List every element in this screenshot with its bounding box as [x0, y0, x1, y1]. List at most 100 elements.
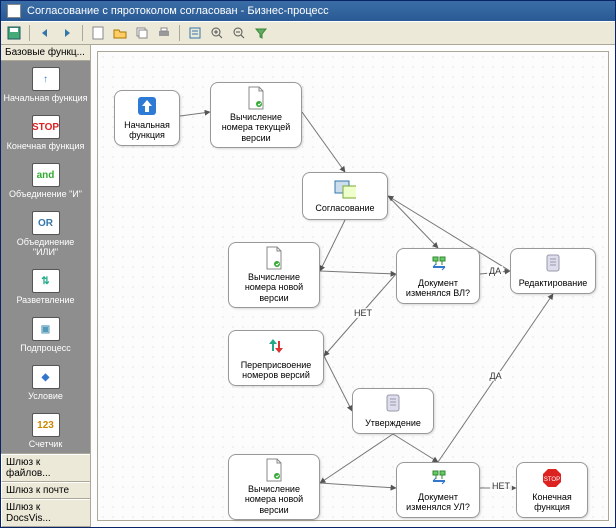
- node-n_docul[interactable]: Документ изменялся УЛ?: [396, 462, 480, 518]
- node-n_appr[interactable]: Утверждение: [352, 388, 434, 434]
- sidebar: Базовые функц... ↑ Начальная функция STOP К…: [1, 45, 91, 527]
- palette-label: Подпроцесс: [20, 343, 70, 353]
- tb-forward-icon[interactable]: [58, 24, 76, 42]
- tb-open-icon[interactable]: [111, 24, 129, 42]
- node-n_calc1[interactable]: Вычисление номера текущей версии: [210, 82, 302, 148]
- palette-item-subprocess[interactable]: ▣ Подпроцесс: [1, 311, 90, 359]
- palette-label: Начальная функция: [3, 93, 87, 103]
- edge-label: ДА: [488, 371, 504, 381]
- window-title: Согласование с пяротоколом согласован - …: [27, 5, 329, 17]
- app-icon: [7, 4, 21, 18]
- tb-zoomin-icon[interactable]: [208, 24, 226, 42]
- diagram-canvas[interactable]: Начальная функция Вычисление номера текущ…: [97, 51, 609, 521]
- subproc-icon: [334, 178, 356, 200]
- start-icon: [136, 95, 158, 117]
- tb-filter-icon[interactable]: [252, 24, 270, 42]
- palette-label: Объединение "ИЛИ": [3, 237, 88, 257]
- and-join-icon: and: [32, 163, 60, 187]
- svg-text:STOP: STOP: [544, 477, 560, 483]
- node-label: Редактирование: [519, 278, 588, 288]
- condition-icon: ◆: [32, 365, 60, 389]
- node-label: Вычисление номера текущей версии: [215, 112, 297, 143]
- node-label: Переприсвоение номеров версий: [233, 360, 319, 381]
- titlebar[interactable]: Согласование с пяротоколом согласован - …: [1, 1, 615, 21]
- swap-icon: [265, 335, 287, 357]
- side-tab-2[interactable]: Шлюз к DocsVis...: [1, 499, 90, 527]
- node-n_edit[interactable]: Редактирование: [510, 248, 596, 294]
- node-label: Начальная функция: [119, 120, 175, 141]
- start-function-icon: ↑: [32, 67, 60, 91]
- node-label: Вычисление номера новой версии: [233, 484, 315, 515]
- side-tab-0[interactable]: Шлюз к файлов...: [1, 454, 90, 482]
- palette-label: Разветвление: [16, 295, 74, 305]
- toolbar: [1, 21, 615, 45]
- tb-sep: [179, 25, 180, 41]
- edge-label: НЕТ: [490, 481, 512, 491]
- stop-icon: STOP: [541, 467, 563, 489]
- palette-label: Объединение "И": [9, 189, 82, 199]
- edge-label: ДА: [487, 266, 503, 276]
- edge-label: НЕТ: [352, 308, 374, 318]
- tb-copy-icon[interactable]: [133, 24, 151, 42]
- palette-item-or-join[interactable]: ORОбъединение "ИЛИ": [1, 205, 90, 263]
- doc-icon: [263, 459, 285, 481]
- palette-item-end-function[interactable]: STOP Конечная функция: [1, 109, 90, 157]
- doc-icon: [263, 247, 285, 269]
- node-n_calc3[interactable]: Вычисление номера новой версии: [228, 454, 320, 520]
- edit-icon: [382, 393, 404, 415]
- palette-label: Условие: [28, 391, 63, 401]
- counter-icon: 123: [32, 413, 60, 437]
- tb-zoomout-icon[interactable]: [230, 24, 248, 42]
- tb-back-icon[interactable]: [36, 24, 54, 42]
- edge: [320, 271, 396, 274]
- edge: [388, 196, 438, 248]
- edge: [320, 220, 345, 271]
- palette-item-condition[interactable]: ◆ Условие: [1, 359, 90, 407]
- doc-icon: [245, 87, 267, 109]
- palette-header[interactable]: Базовые функц...: [1, 45, 90, 61]
- node-label: Конечная функция: [521, 492, 583, 513]
- palette-item-branch[interactable]: ⇅ Разветвление: [1, 263, 90, 311]
- edit-icon: [542, 253, 564, 275]
- branch-icon: ⇅: [32, 269, 60, 293]
- or-join-icon: OR: [32, 211, 60, 235]
- canvas-wrap: Начальная функция Вычисление номера текущ…: [91, 45, 615, 527]
- node-label: Документ изменялся ВЛ?: [401, 278, 475, 299]
- node-n_sogl[interactable]: Согласование: [302, 172, 388, 220]
- node-label: Согласование: [315, 203, 374, 213]
- tb-new-icon[interactable]: [89, 24, 107, 42]
- cond-icon: [427, 253, 449, 275]
- side-tab-1[interactable]: Шлюз к почте: [1, 482, 90, 499]
- tb-print-icon[interactable]: [155, 24, 173, 42]
- edge: [320, 483, 396, 488]
- node-label: Вычисление номера новой версии: [233, 272, 315, 303]
- cond-icon: [427, 467, 449, 489]
- palette[interactable]: ↑ Начальная функция STOP Конечная функция an…: [1, 61, 90, 453]
- subprocess-icon: ▣: [32, 317, 60, 341]
- app-window: Согласование с пяротоколом согласован - …: [0, 0, 616, 528]
- palette-label: Счетчик: [29, 439, 63, 449]
- edge: [393, 434, 438, 462]
- palette-label: Конечная функция: [7, 141, 85, 151]
- palette-item-counter[interactable]: 123 Счетчик: [1, 407, 90, 453]
- node-n_start[interactable]: Начальная функция: [114, 90, 180, 146]
- node-n_calc2[interactable]: Вычисление номера новой версии: [228, 242, 320, 308]
- node-n_reassign[interactable]: Переприсвоение номеров версий: [228, 330, 324, 386]
- side-tabs: Шлюз к файлов...Шлюз к почтеШлюз к DocsV…: [1, 453, 90, 527]
- tb-props-icon[interactable]: [186, 24, 204, 42]
- node-n_end[interactable]: STOP Конечная функция: [516, 462, 588, 518]
- node-label: Документ изменялся УЛ?: [401, 492, 475, 513]
- end-function-icon: STOP: [32, 115, 60, 139]
- tb-sep: [82, 25, 83, 41]
- node-label: Утверждение: [365, 418, 421, 428]
- palette-item-and-join[interactable]: and Объединение "И": [1, 157, 90, 205]
- edge: [302, 112, 345, 172]
- node-n_docvl[interactable]: Документ изменялся ВЛ?: [396, 248, 480, 304]
- body: Базовые функц... ↑ Начальная функция STOP К…: [1, 45, 615, 527]
- tb-save-icon[interactable]: [5, 24, 23, 42]
- edge: [180, 112, 210, 116]
- edge: [320, 434, 393, 483]
- edge: [324, 356, 352, 411]
- tb-sep: [29, 25, 30, 41]
- palette-item-start-function[interactable]: ↑ Начальная функция: [1, 61, 90, 109]
